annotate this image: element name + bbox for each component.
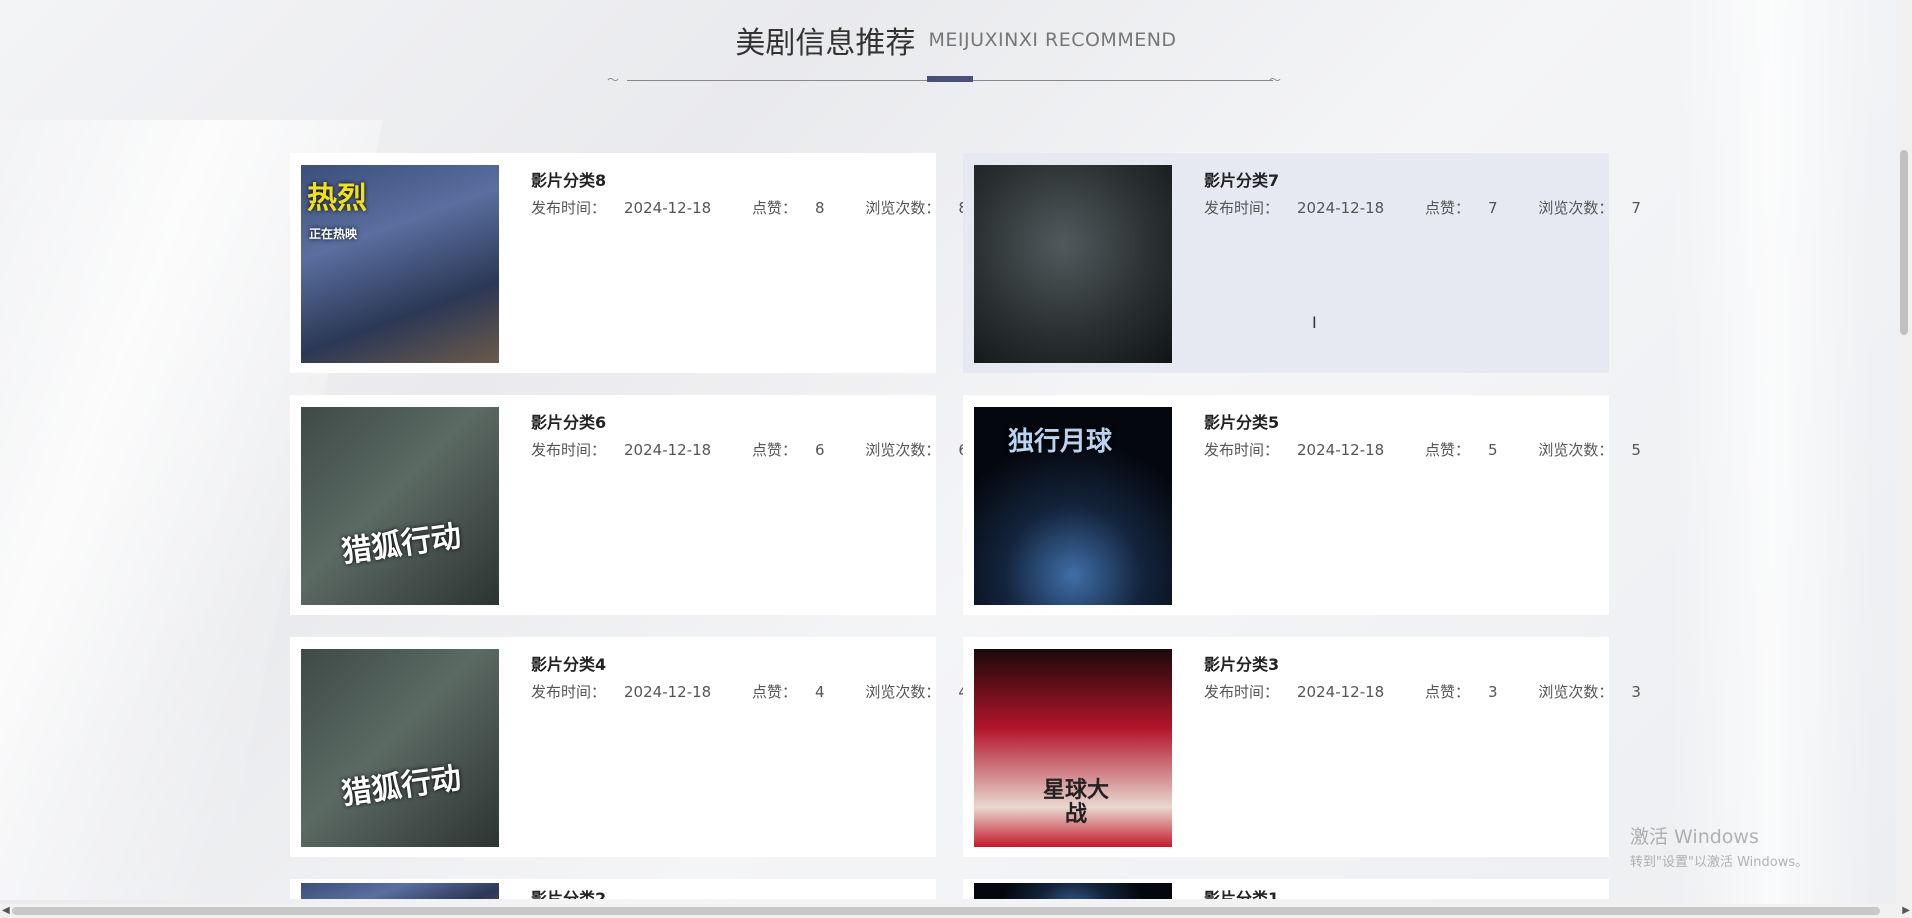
card-poster[interactable] bbox=[974, 883, 1172, 899]
card-title[interactable]: 影片分类8 bbox=[531, 167, 1004, 191]
recommend-card[interactable]: 影片分类1 bbox=[963, 879, 1609, 899]
card-poster[interactable] bbox=[974, 165, 1172, 363]
recommend-card[interactable]: 影片分类7 发布时间： 2024-12-18 点赞： 7 浏览次数： 7 bbox=[963, 153, 1641, 373]
section-subtitle: MEIJUXINXI RECOMMEND bbox=[928, 29, 1177, 51]
card-title[interactable]: 影片分类1 bbox=[1204, 885, 1279, 899]
section-title: 美剧信息推荐 bbox=[735, 26, 916, 61]
horizontal-scrollbar[interactable]: ◀ ▶ bbox=[0, 904, 1912, 918]
divider-ornament-icon: 〜 bbox=[1269, 73, 1282, 87]
card-poster[interactable]: 猎狐行动 bbox=[301, 407, 499, 605]
vertical-scrollbar[interactable] bbox=[1896, 0, 1912, 918]
recommend-card[interactable]: 独行月球 影片分类5 发布时间： 2024-12-18 点赞： 5 浏览次数： 5 bbox=[963, 395, 1641, 615]
card-poster[interactable]: 猎狐行动 bbox=[301, 649, 499, 847]
card-meta: 发布时间：2024-12-18 点赞：4 浏览次数：4 bbox=[531, 683, 968, 701]
card-title[interactable]: 影片分类6 bbox=[531, 409, 1004, 433]
section-header: 美剧信息推荐 MEIJUXINXI RECOMMEND bbox=[0, 18, 1912, 62]
scrollbar-thumb[interactable] bbox=[12, 907, 1880, 915]
scroll-right-icon[interactable]: ▶ bbox=[1902, 904, 1910, 918]
scrollbar-thumb[interactable] bbox=[1900, 150, 1908, 335]
card-title[interactable]: 影片分类4 bbox=[531, 651, 1004, 675]
card-poster[interactable] bbox=[301, 883, 499, 899]
recommend-card[interactable]: 猎狐行动 影片分类6 发布时间：2024-12-18 点赞：6 浏览次数：6 bbox=[290, 395, 968, 615]
title-divider: 〜 〜 bbox=[607, 73, 1293, 87]
card-meta: 发布时间： 2024-12-18 点赞： 3 浏览次数： 3 bbox=[1204, 683, 1641, 701]
card-poster[interactable]: 星球大战 bbox=[974, 649, 1172, 847]
card-meta: 发布时间：2024-12-18 点赞：6 浏览次数：6 bbox=[531, 441, 968, 459]
recommend-card[interactable]: 猎狐行动 影片分类4 发布时间：2024-12-18 点赞：4 浏览次数：4 bbox=[290, 637, 968, 857]
card-meta: 发布时间：2024-12-18 点赞：8 浏览次数：8 bbox=[531, 199, 968, 217]
scroll-left-icon[interactable]: ◀ bbox=[2, 904, 10, 918]
recommend-card[interactable]: 星球大战 影片分类3 发布时间： 2024-12-18 点赞： 3 浏览次数： 3 bbox=[963, 637, 1641, 857]
recommend-card[interactable]: 影片分类2 bbox=[290, 879, 936, 899]
card-meta: 发布时间： 2024-12-18 点赞： 5 浏览次数： 5 bbox=[1204, 441, 1641, 459]
divider-accent bbox=[927, 76, 973, 82]
text-cursor-icon: I bbox=[1312, 313, 1317, 332]
card-title[interactable]: 影片分类5 bbox=[1204, 409, 1677, 433]
card-poster[interactable]: 独行月球 bbox=[974, 407, 1172, 605]
windows-activation-watermark: 激活 Windows 转到"设置"以激活 Windows。 bbox=[1630, 826, 1809, 870]
card-title[interactable]: 影片分类7 bbox=[1204, 167, 1677, 191]
card-title[interactable]: 影片分类3 bbox=[1204, 651, 1677, 675]
background-decoration bbox=[1672, 0, 1872, 918]
card-poster[interactable]: 热烈 正在热映 bbox=[301, 165, 499, 363]
card-title[interactable]: 影片分类2 bbox=[531, 885, 606, 899]
card-meta: 发布时间： 2024-12-18 点赞： 7 浏览次数： 7 bbox=[1204, 199, 1641, 217]
recommend-card[interactable]: 热烈 正在热映 影片分类8 发布时间： 2024-12-18 点赞： 8 浏览次数：… bbox=[290, 153, 968, 373]
